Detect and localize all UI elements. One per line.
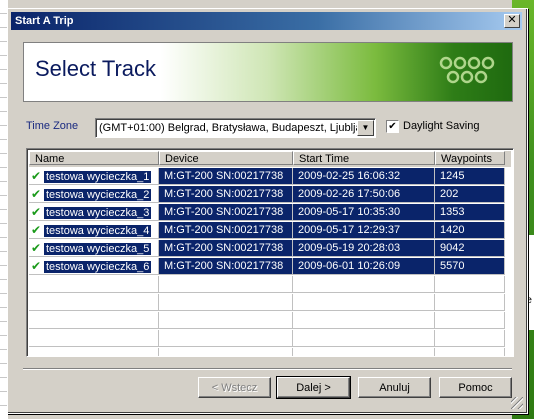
cell-device: M:GT-200 SN:00217738 — [159, 186, 293, 203]
cell-name: ✔ testowa wycieczka_2 — [29, 186, 159, 203]
table-row-empty — [29, 312, 511, 330]
divider — [23, 368, 512, 370]
cell-waypoints: 202 — [435, 186, 505, 203]
cell-name: ✔ testowa wycieczka_6 — [29, 258, 159, 275]
next-button[interactable]: Dalej > — [276, 376, 351, 399]
checkmark-icon: ✔ — [388, 121, 397, 132]
timezone-value: (GMT+01:00) Belgrad, Bratysława, Budapes… — [99, 122, 357, 134]
start-trip-dialog: Start A Trip ✕ Select Track Time Zone (G… — [7, 8, 528, 414]
table-body: ✔ testowa wycieczka_1 M:GT-200 SN:00217738… — [29, 168, 511, 356]
track-table: Name Device Start Time Waypoints ✔ testow… — [26, 148, 514, 357]
checkmark-icon[interactable]: ✔ — [31, 168, 44, 184]
cell-device: M:GT-200 SN:00217738 — [159, 240, 293, 257]
header-banner: Select Track — [23, 42, 513, 102]
cell-start-time: 2009-06-01 10:26:09 — [293, 258, 435, 275]
table-row[interactable]: ✔ testowa wycieczka_4 M:GT-200 SN:00217738… — [29, 222, 511, 240]
cell-name: ✔ testowa wycieczka_5 — [29, 240, 159, 257]
column-header-device[interactable]: Device — [159, 151, 293, 165]
table-row-empty — [29, 294, 511, 312]
cell-waypoints: 1353 — [435, 204, 505, 221]
table-row-empty — [29, 330, 511, 348]
timezone-label: Time Zone — [26, 120, 79, 132]
cancel-button[interactable]: Anuluj — [358, 377, 431, 398]
table-row-empty — [29, 348, 511, 356]
resize-grip-icon[interactable] — [511, 397, 523, 409]
table-row[interactable]: ✔ testowa wycieczka_1 M:GT-200 SN:00217738… — [29, 168, 511, 186]
table-row-empty — [29, 276, 511, 294]
cell-start-time: 2009-05-19 20:28:03 — [293, 240, 435, 257]
cell-waypoints: 9042 — [435, 240, 505, 257]
close-icon: ✕ — [507, 14, 517, 26]
cell-start-time: 2009-02-25 16:06:32 — [293, 168, 435, 185]
title-bar[interactable]: Start A Trip ✕ — [11, 12, 522, 30]
checkmark-icon[interactable]: ✔ — [31, 186, 44, 202]
checkmark-icon[interactable]: ✔ — [31, 222, 44, 238]
column-header-name[interactable]: Name — [29, 151, 159, 165]
table-row[interactable]: ✔ testowa wycieczka_2 M:GT-200 SN:00217738… — [29, 186, 511, 204]
back-button[interactable]: < Wstecz — [198, 377, 271, 398]
page-title: Select Track — [35, 56, 157, 81]
daylight-saving-label[interactable]: Daylight Saving — [403, 120, 479, 132]
cell-name: ✔ testowa wycieczka_3 — [29, 204, 159, 221]
checkmark-icon[interactable]: ✔ — [31, 204, 44, 220]
column-header-waypoints[interactable]: Waypoints — [435, 151, 505, 165]
column-header-start-time[interactable]: Start Time — [293, 151, 435, 165]
cell-waypoints: 5570 — [435, 258, 505, 275]
help-button[interactable]: Pomoc — [439, 377, 512, 398]
chain-logo-icon — [439, 56, 495, 84]
cell-device: M:GT-200 SN:00217738 — [159, 168, 293, 185]
cell-name: ✔ testowa wycieczka_4 — [29, 222, 159, 239]
window-title: Start A Trip — [15, 15, 74, 27]
checkmark-icon[interactable]: ✔ — [31, 258, 44, 274]
close-button[interactable]: ✕ — [504, 14, 520, 28]
cell-device: M:GT-200 SN:00217738 — [159, 204, 293, 221]
table-header: Name Device Start Time Waypoints — [29, 151, 511, 167]
cell-start-time: 2009-02-26 17:50:06 — [293, 186, 435, 203]
cell-waypoints: 1420 — [435, 222, 505, 239]
daylight-saving-checkbox[interactable]: ✔ — [386, 120, 399, 133]
cell-device: M:GT-200 SN:00217738 — [159, 258, 293, 275]
cell-start-time: 2009-05-17 10:35:30 — [293, 204, 435, 221]
cell-waypoints: 1245 — [435, 168, 505, 185]
table-row[interactable]: ✔ testowa wycieczka_6 M:GT-200 SN:00217738… — [29, 258, 511, 276]
cell-device: M:GT-200 SN:00217738 — [159, 222, 293, 239]
table-row[interactable]: ✔ testowa wycieczka_5 M:GT-200 SN:00217738… — [29, 240, 511, 258]
timezone-select[interactable]: (GMT+01:00) Belgrad, Bratysława, Budapes… — [95, 118, 376, 138]
checkmark-icon[interactable]: ✔ — [31, 240, 44, 256]
chevron-down-icon[interactable]: ▼ — [357, 120, 374, 136]
cell-start-time: 2009-05-17 12:29:37 — [293, 222, 435, 239]
cell-name: ✔ testowa wycieczka_1 — [29, 168, 159, 185]
table-row[interactable]: ✔ testowa wycieczka_3 M:GT-200 SN:00217738… — [29, 204, 511, 222]
